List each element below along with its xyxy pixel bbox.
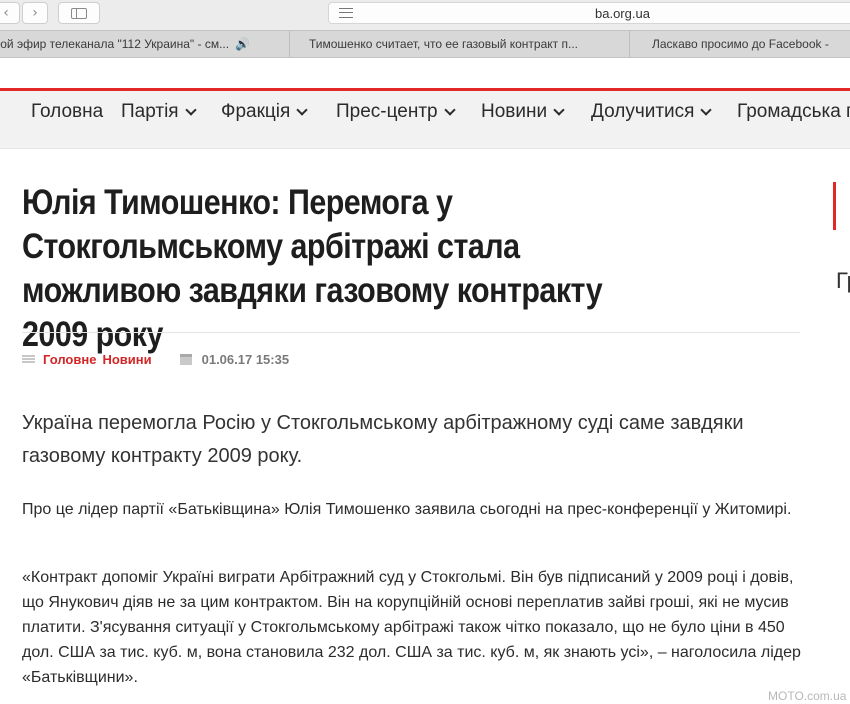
chevron-down-icon xyxy=(553,103,565,116)
nav-item-press-center[interactable]: Прес-центр xyxy=(336,101,456,123)
sidebar-icon xyxy=(71,7,87,19)
nav-item-home[interactable]: Головна xyxy=(31,101,103,123)
nav-item-news[interactable]: Новини xyxy=(481,101,565,123)
chevron-left-icon: ‹ xyxy=(3,5,9,21)
browser-toolbar: ‹ › ba.org.ua xyxy=(0,0,850,30)
nav-item-label: Долучитися xyxy=(591,101,695,122)
nav-item-label: Прес-центр xyxy=(336,101,438,122)
nav-item-public[interactable]: Громадська п xyxy=(737,101,850,123)
calendar-icon xyxy=(179,353,192,365)
tab-bar: мой эфир телеканала "112 Украина" - см..… xyxy=(0,30,850,58)
forward-button[interactable]: › xyxy=(22,2,48,24)
chevron-down-icon xyxy=(296,103,308,116)
category-list-icon xyxy=(22,354,35,364)
sidebar-accent xyxy=(833,182,836,230)
speaker-icon[interactable]: 🔊 xyxy=(235,37,250,51)
article-title: Юлія Тимошенко: Перемога у Стокгольмсько… xyxy=(22,183,603,354)
category-link-main[interactable]: Головне xyxy=(43,352,96,367)
tab-title: Тимошенко считает, что ее газовый контра… xyxy=(309,37,578,51)
sidebar-heading-fragment: Гр xyxy=(836,268,850,293)
watermark: MOTO.com.ua xyxy=(768,689,847,703)
back-button[interactable]: ‹ xyxy=(0,2,20,24)
article-paragraph: «Контракт допоміг Україні виграти Арбітр… xyxy=(22,569,801,686)
nav-item-label: Новини xyxy=(481,101,548,122)
url-text: ba.org.ua xyxy=(595,6,650,21)
category-link-news[interactable]: Новини xyxy=(102,352,151,367)
article-lead: Україна перемогла Росію у Стокгольмськом… xyxy=(22,412,744,467)
tab-title: мой эфир телеканала "112 Украина" - см..… xyxy=(0,37,230,51)
reader-icon[interactable] xyxy=(339,8,353,18)
chevron-down-icon xyxy=(443,103,456,116)
chevron-down-icon xyxy=(700,103,713,116)
chevron-down-icon xyxy=(184,103,197,116)
nav-item-join[interactable]: Долучитися xyxy=(591,101,713,123)
title-divider xyxy=(22,332,800,333)
article-date: 01.06.17 15:35 xyxy=(201,351,290,367)
tab-title: Ласкаво просимо до Facebook - xyxy=(652,37,829,51)
sidebar-toggle-button[interactable] xyxy=(58,2,100,24)
nav-item-label: Фракція xyxy=(221,101,291,122)
main-navigation: Головна Партія Фракція Прес-центр Новини… xyxy=(0,91,850,149)
article-paragraph: Про це лідер партії «Батьківщина» Юлія Т… xyxy=(22,501,792,518)
nav-item-label: Громадська п xyxy=(737,101,850,122)
article-meta: Головне Новини 01.06.17 15:35 xyxy=(22,350,289,368)
browser-tab[interactable]: Тимошенко считает, что ее газовый контра… xyxy=(290,31,630,57)
nav-item-label: Головна xyxy=(31,101,104,122)
nav-item-faction[interactable]: Фракція xyxy=(221,101,308,123)
address-bar[interactable]: ba.org.ua xyxy=(328,2,850,24)
chevron-right-icon: › xyxy=(32,5,38,21)
nav-item-party[interactable]: Партія xyxy=(121,101,197,123)
browser-tab[interactable]: мой эфир телеканала "112 Украина" - см..… xyxy=(0,31,290,57)
nav-item-label: Партія xyxy=(121,101,179,122)
browser-tab[interactable]: Ласкаво просимо до Facebook - xyxy=(630,31,850,57)
